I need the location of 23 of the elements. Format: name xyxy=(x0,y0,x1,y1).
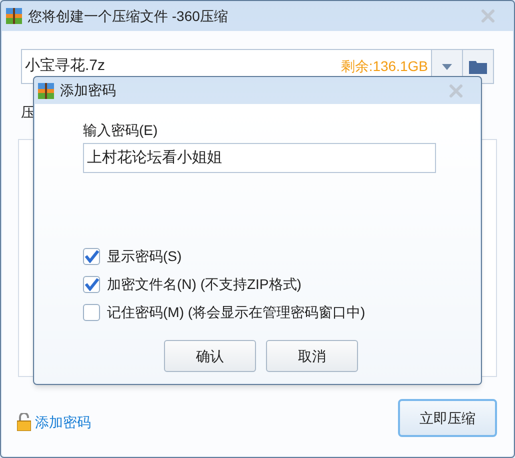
password-field[interactable]: 上村花论坛看小姐姐 xyxy=(83,143,436,173)
dialog-title: 添加密码 xyxy=(60,81,116,100)
window-title: 您将创建一个压缩文件 -360压缩 xyxy=(28,6,228,26)
add-password-link[interactable]: 添加密码 xyxy=(17,412,91,432)
compress-now-button[interactable]: 立即压缩 xyxy=(398,399,497,437)
folder-icon xyxy=(469,59,487,74)
archive-icon xyxy=(6,8,22,24)
dialog-button[interactable]: 取消 xyxy=(266,340,358,372)
section-label: 压 xyxy=(21,103,35,122)
check-icon xyxy=(84,278,98,291)
dialog-button[interactable]: 确认 xyxy=(164,340,256,372)
checkbox-label: 记住密码(M) (将会显示在管理密码窗口中) xyxy=(107,303,366,322)
check-icon xyxy=(84,250,98,263)
checkbox[interactable] xyxy=(83,248,100,265)
password-label: 输入密码(E) xyxy=(83,121,159,140)
checkbox-label: 显示密码(S) xyxy=(107,247,182,266)
free-space-text: 剩余:136.1GB xyxy=(340,57,429,76)
checkbox[interactable] xyxy=(83,304,100,321)
checkbox-label: 加密文件名(N) (不支持ZIP格式) xyxy=(107,275,302,294)
caret-icon xyxy=(442,64,452,70)
unlocked-padlock-icon xyxy=(17,413,31,431)
checkbox[interactable] xyxy=(83,276,100,293)
archive-icon xyxy=(38,82,54,98)
